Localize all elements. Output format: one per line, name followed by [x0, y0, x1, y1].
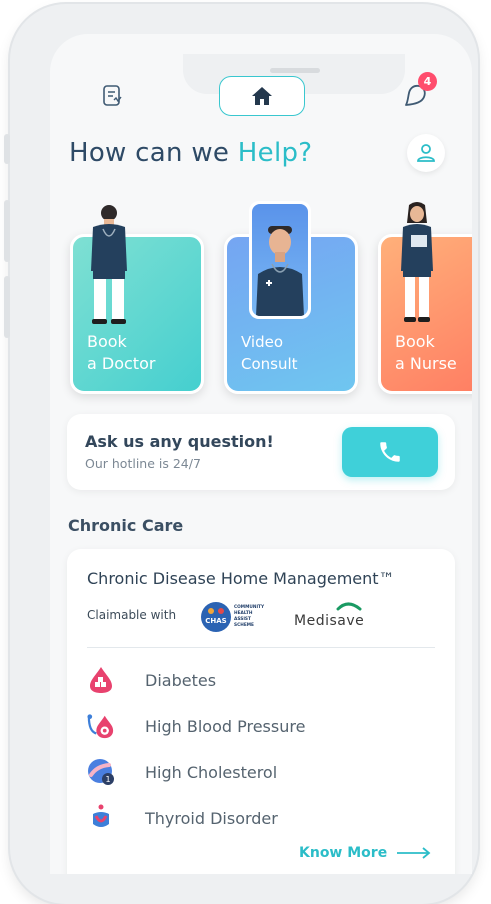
- chas-logo: CHAS COMMUNITY HEALTH ASSIST SCHEME: [201, 602, 265, 632]
- condition-name: Thyroid Disorder: [145, 808, 278, 828]
- video-consult-card[interactable]: Video Consult: [224, 201, 358, 394]
- know-more-label: Know More: [299, 845, 388, 861]
- doctor-avatar-icon: [256, 226, 304, 316]
- top-nav: 4: [50, 72, 472, 118]
- book-doctor-card[interactable]: Book a Doctor: [70, 205, 204, 394]
- user-icon: [417, 144, 435, 162]
- claimable-label: Claimable with: [87, 608, 177, 622]
- service-label-line: a Nurse: [395, 354, 457, 373]
- notification-badge: 4: [418, 72, 437, 91]
- book-doctor-label: Book a Doctor: [87, 331, 155, 375]
- phone-frame: 4 How can we Help? Book a Doctor Video C…: [4, 4, 478, 904]
- chas-logo-text: ASSIST: [234, 616, 251, 622]
- title-main: How can we: [69, 138, 238, 168]
- know-more-link[interactable]: Know More: [299, 845, 431, 861]
- arrow-right-icon: [397, 847, 431, 859]
- medisave-logo: Medisave: [294, 602, 364, 629]
- hotline-card: Ask us any question! Our hotline is 24/7: [67, 414, 455, 490]
- divider: [87, 647, 435, 648]
- condition-item-diabetes[interactable]: Diabetes: [87, 665, 427, 695]
- condition-name: High Cholesterol: [145, 762, 278, 782]
- side-button: [4, 200, 10, 262]
- doctor-illustration: [91, 205, 127, 324]
- book-nurse-label: Book a Nurse: [395, 331, 457, 375]
- side-button: [4, 134, 10, 164]
- condition-item-thyroid[interactable]: Thyroid Disorder: [87, 803, 427, 833]
- medical-record-icon[interactable]: [102, 84, 124, 108]
- medisave-logo-text: Medisave: [294, 613, 364, 629]
- app-screen: 4 How can we Help? Book a Doctor Video C…: [50, 34, 472, 874]
- home-icon: [252, 87, 272, 105]
- call-hotline-button[interactable]: [342, 427, 438, 477]
- service-label-line: Book: [87, 332, 127, 351]
- book-nurse-card[interactable]: Book a Nurse: [378, 202, 472, 394]
- nurse-illustration: [401, 202, 433, 322]
- thyroid-icon: [87, 804, 115, 832]
- chas-logo-text: COMMUNITY: [234, 604, 265, 610]
- service-label-line: Consult: [241, 355, 298, 373]
- title-accent: Help?: [237, 138, 313, 168]
- profile-button[interactable]: [407, 134, 445, 172]
- service-label-line: Book: [395, 332, 435, 351]
- speaker-grille: [270, 68, 320, 73]
- chronic-care-heading: Chronic Care: [68, 516, 184, 535]
- blood-pressure-icon: [87, 712, 115, 740]
- hotline-subtitle: Our hotline is 24/7: [85, 456, 201, 471]
- video-phone-illustration: [249, 201, 311, 319]
- service-label-line: a Doctor: [87, 354, 156, 373]
- condition-item-blood-pressure[interactable]: High Blood Pressure: [87, 711, 427, 741]
- condition-name: High Blood Pressure: [145, 716, 306, 736]
- chronic-management-card: Chronic Disease Home Management™ Claimab…: [67, 549, 455, 874]
- chas-logo-text: HEALTH: [234, 610, 253, 616]
- chas-logo-text: CHAS: [205, 617, 226, 625]
- home-button[interactable]: [219, 76, 305, 116]
- chronic-card-title: Chronic Disease Home Management™: [87, 569, 395, 588]
- service-label-line: Video: [241, 333, 284, 351]
- condition-item-cholesterol[interactable]: 1 High Cholesterol: [87, 757, 427, 787]
- diabetes-icon: [87, 666, 115, 694]
- hotline-title: Ask us any question!: [85, 432, 274, 451]
- side-button: [4, 276, 10, 338]
- phone-icon: [380, 442, 400, 462]
- svg-text:1: 1: [105, 775, 110, 784]
- chas-logo-text: SCHEME: [234, 622, 254, 628]
- condition-name: Diabetes: [145, 670, 217, 690]
- page-title: How can we Help?: [69, 138, 312, 168]
- video-consult-label: Video Consult: [241, 331, 298, 375]
- cholesterol-icon: 1: [87, 758, 115, 786]
